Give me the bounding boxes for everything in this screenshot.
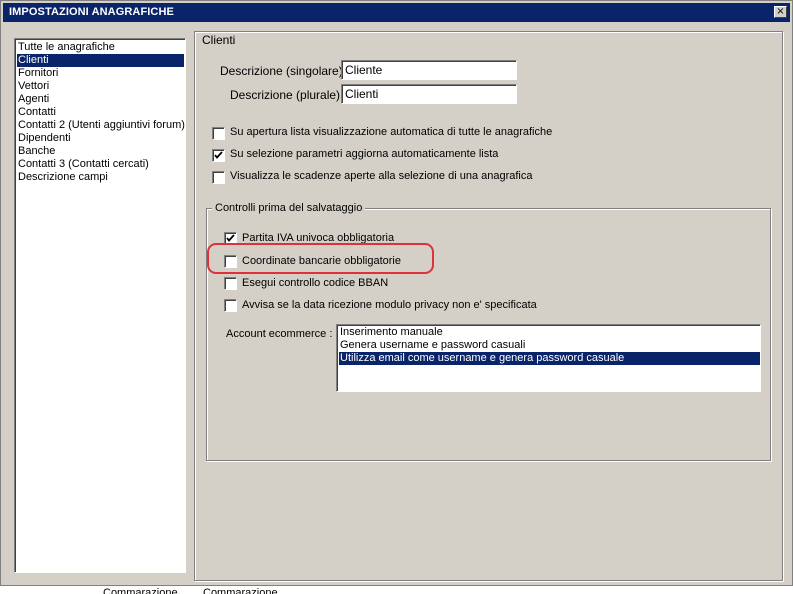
category-list[interactable]: Tutte le anagrafiche Clienti Fornitori V… xyxy=(14,38,186,573)
account-option-casuali[interactable]: Genera username e password casuali xyxy=(339,339,760,352)
privacy-checkbox[interactable] xyxy=(224,299,237,312)
privacy-label: Avvisa se la data ricezione modulo priva… xyxy=(242,299,537,311)
scadenze-label: Visualizza le scadenze aperte alla selez… xyxy=(230,170,533,182)
category-item-contatti[interactable]: Contatti xyxy=(17,106,56,119)
category-item-fornitori[interactable]: Fornitori xyxy=(17,67,58,80)
desc-plurale-label: Descrizione (plurale) : xyxy=(230,88,347,102)
category-item-clienti[interactable]: Clienti xyxy=(17,54,184,67)
window-title: IMPOSTAZIONI ANAGRAFICHE xyxy=(9,6,174,18)
close-button[interactable]: × xyxy=(774,6,787,18)
scadenze-checkbox[interactable] xyxy=(212,171,225,184)
auto-list-label: Su apertura lista visualizzazione automa… xyxy=(230,126,553,138)
category-item-banche[interactable]: Banche xyxy=(17,145,55,158)
auto-list-checkbox[interactable] xyxy=(212,127,225,140)
desc-singolare-label: Descrizione (singolare) : xyxy=(220,64,350,78)
highlight-annotation xyxy=(207,243,434,274)
settings-window: IMPOSTAZIONI ANAGRAFICHE × Tutte le anag… xyxy=(0,0,793,586)
category-item-contatti-3[interactable]: Contatti 3 (Contatti cercati) xyxy=(17,158,149,171)
account-ecommerce-label: Account ecommerce : xyxy=(226,328,333,340)
panel-title: Clienti xyxy=(200,33,238,47)
bban-label: Esegui controllo codice BBAN xyxy=(242,277,389,289)
check-mark-icon xyxy=(226,234,235,242)
category-item-contatti-2[interactable]: Contatti 2 (Utenti aggiuntivi forum) xyxy=(17,119,185,132)
controls-group-title: Controlli prima del salvataggio xyxy=(212,202,366,214)
category-item-tutte[interactable]: Tutte le anagrafiche xyxy=(17,41,115,54)
account-option-manuale[interactable]: Inserimento manuale xyxy=(339,326,760,339)
auto-refresh-label: Su selezione parametri aggiorna automati… xyxy=(230,148,499,160)
background-text-left: Commarazione xyxy=(103,587,178,594)
category-item-agenti[interactable]: Agenti xyxy=(17,93,49,106)
background-text-right: Commarazione xyxy=(203,587,278,594)
close-icon: × xyxy=(776,6,785,17)
bban-checkbox[interactable] xyxy=(224,277,237,290)
category-item-vettori[interactable]: Vettori xyxy=(17,80,49,93)
title-bar[interactable]: IMPOSTAZIONI ANAGRAFICHE × xyxy=(3,3,790,22)
account-ecommerce-list[interactable]: Inserimento manuale Genera username e pa… xyxy=(336,324,761,392)
check-mark-icon xyxy=(214,151,223,159)
account-option-email[interactable]: Utilizza email come username e genera pa… xyxy=(339,352,760,365)
category-item-descrizione-campi[interactable]: Descrizione campi xyxy=(17,171,108,184)
desc-singolare-input[interactable] xyxy=(341,60,517,80)
auto-refresh-checkbox[interactable] xyxy=(212,149,225,162)
category-item-dipendenti[interactable]: Dipendenti xyxy=(17,132,71,145)
desc-plurale-input[interactable] xyxy=(341,84,517,104)
